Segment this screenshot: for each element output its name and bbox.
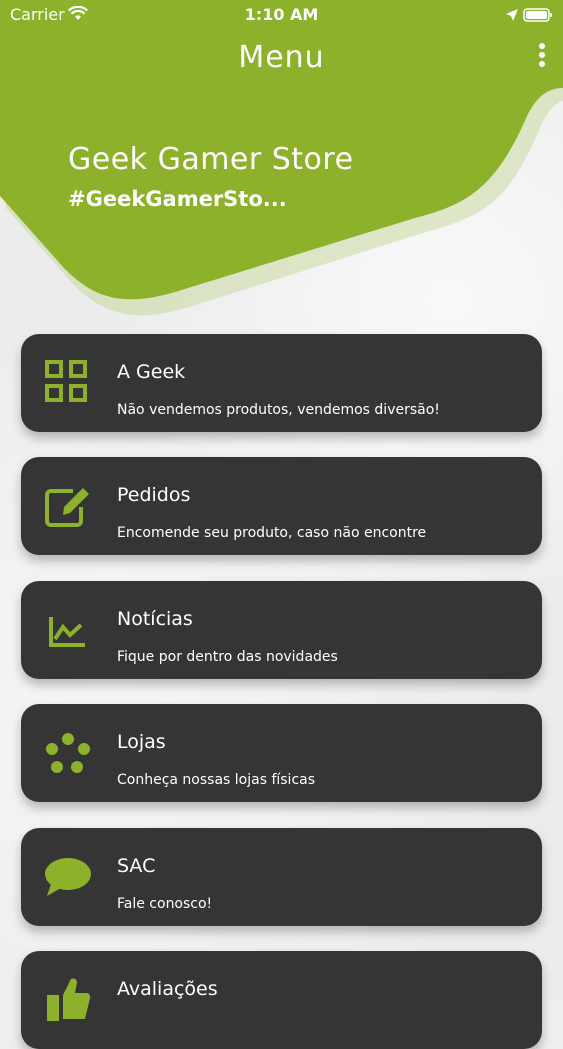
menu-item-pedidos[interactable]: Pedidos Encomende seu produto, caso não … — [21, 457, 542, 555]
status-bar: Carrier 1:10 AM — [0, 0, 563, 30]
page-title: Menu — [238, 40, 325, 75]
clock: 1:10 AM — [244, 5, 319, 24]
menu-item-title: Lojas — [117, 731, 166, 753]
menu-item-subtitle: Não vendemos produtos, vendemos diversão… — [117, 402, 440, 418]
menu-item-sac[interactable]: SAC Fale conosco! — [21, 828, 542, 926]
menu-item-title: SAC — [117, 855, 156, 877]
more-options-icon[interactable] — [537, 42, 547, 72]
thumbs-up-icon — [43, 975, 93, 1025]
menu-item-title: A Geek — [117, 361, 186, 383]
chart-line-icon — [43, 605, 93, 655]
menu-item-avaliacoes[interactable]: Avaliações — [21, 951, 542, 1049]
menu-item-subtitle: Fique por dentro das novidades — [117, 649, 338, 665]
menu-item-title: Notícias — [117, 608, 193, 630]
menu-item-noticias[interactable]: Notícias Fique por dentro das novidades — [21, 581, 542, 679]
battery-icon — [523, 7, 553, 26]
store-tagline: #GeekGamerSto... — [68, 187, 287, 211]
menu-item-subtitle: Fale conosco! — [117, 896, 213, 912]
menu-item-title: Avaliações — [117, 978, 218, 1000]
menu-item-a-geek[interactable]: A Geek Não vendemos produtos, vendemos d… — [21, 334, 542, 432]
dots-circle-icon — [43, 728, 93, 778]
menu-item-lojas[interactable]: Lojas Conheça nossas lojas físicas — [21, 704, 542, 802]
navigation-bar: Menu — [0, 30, 563, 86]
store-name: Geek Gamer Store — [68, 142, 354, 177]
edit-icon — [43, 481, 93, 531]
chat-bubble-icon — [43, 852, 93, 902]
menu-item-subtitle: Encomende seu produto, caso não encontre — [117, 525, 427, 541]
grid-icon — [43, 358, 93, 408]
location-arrow-icon — [505, 7, 519, 26]
menu-item-subtitle: Conheça nossas lojas físicas — [117, 772, 316, 788]
menu-item-title: Pedidos — [117, 484, 191, 506]
